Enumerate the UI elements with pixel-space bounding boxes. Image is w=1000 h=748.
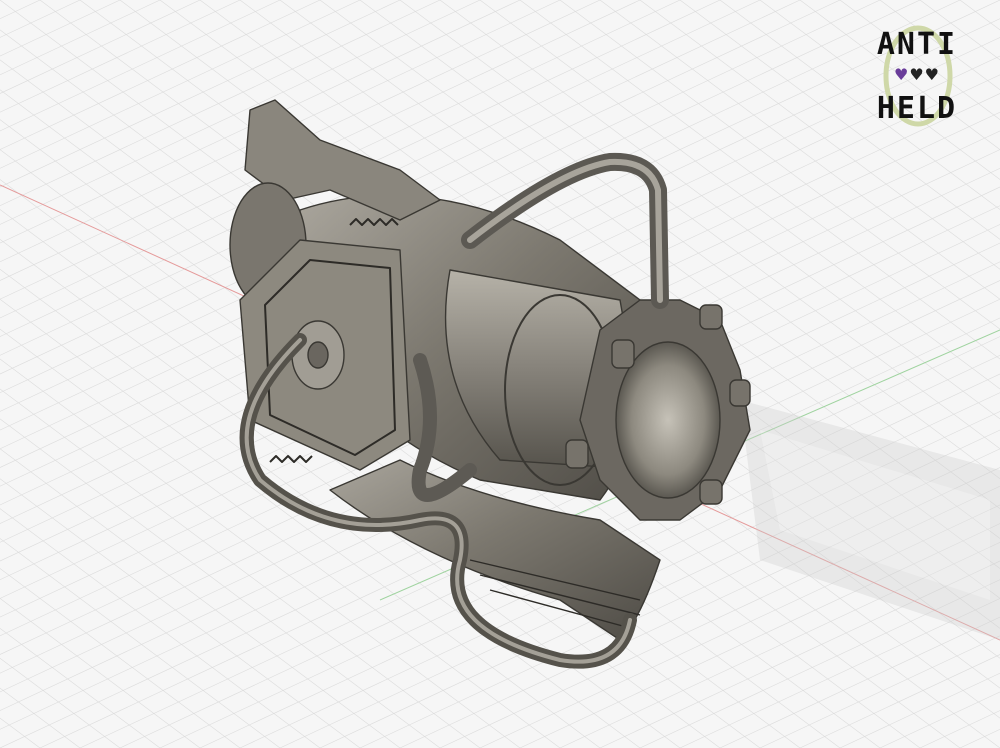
model-cog-tooth: [611, 339, 635, 369]
heart-icon: ♥: [893, 65, 910, 84]
heart-icon: ♥: [909, 65, 925, 84]
heart-icon: ♥: [924, 65, 941, 84]
logo-hearts: ♥♥♥: [862, 66, 972, 84]
model-cog-tooth: [565, 439, 589, 469]
model-cog-tooth: [729, 379, 751, 407]
model-cog-tooth: [699, 479, 723, 505]
model-gauge-center: [307, 341, 329, 369]
ghost-reflection: [740, 400, 1000, 640]
cad-model[interactable]: [229, 99, 751, 669]
model-cog-tooth: [699, 304, 723, 330]
logo-line-top: ANTI: [876, 27, 958, 62]
logo-line-bottom: HELD: [876, 91, 958, 126]
viewport-canvas[interactable]: [0, 0, 1000, 748]
antiheld-logo: ANTI ♥♥♥ HELD: [862, 22, 972, 142]
cad-viewport[interactable]: [0, 0, 1000, 748]
